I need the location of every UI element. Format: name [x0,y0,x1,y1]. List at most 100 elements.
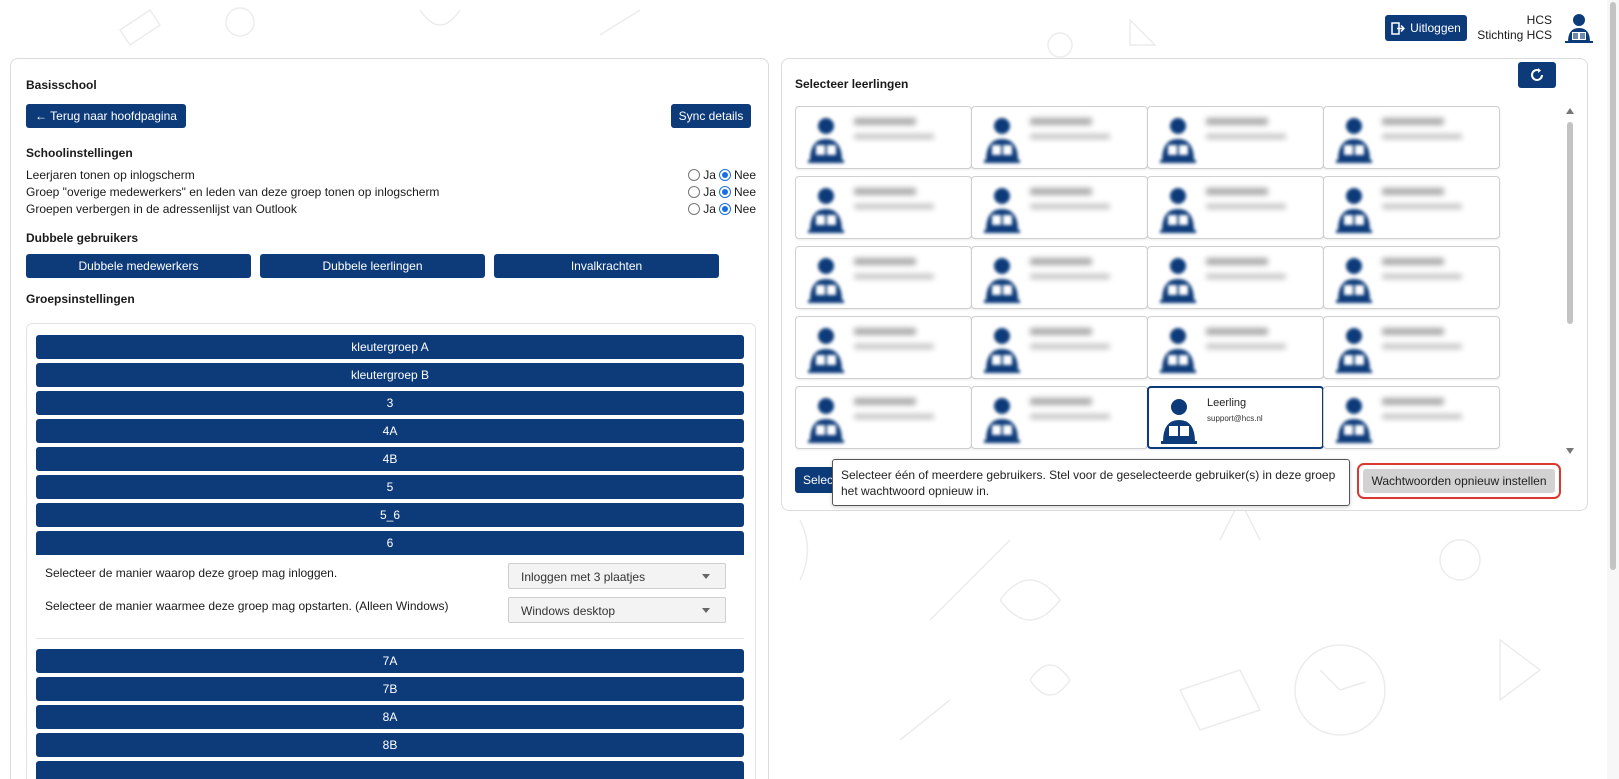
student-card[interactable] [1147,106,1324,169]
student-card[interactable] [1147,316,1324,379]
logout-label: Uitloggen [1410,21,1461,35]
back-to-home-button[interactable]: ← Terug naar hoofdpagina [26,104,186,128]
page-scrollbar[interactable] [1607,0,1619,779]
student-card[interactable] [795,106,972,169]
student-avatar-icon [1158,185,1198,235]
student-email: support@hcs.nl [1207,414,1263,423]
student-avatar-icon [1334,115,1374,165]
user-info: HCS Stichting HCS [1477,13,1552,43]
student-card[interactable] [1323,316,1500,379]
radio-no[interactable] [718,203,731,215]
setting-show-other-staff: Groep "overige medewerkers" en leden van… [26,185,756,202]
scroll-up-icon[interactable] [1566,108,1574,114]
group-item[interactable]: kleutergroep A [36,335,744,359]
student-avatar-icon [1334,395,1374,445]
group-item[interactable]: 8A [36,705,744,729]
student-card[interactable] [1323,246,1500,309]
student-avatar-icon [982,115,1022,165]
student-avatar-icon [1158,115,1198,165]
student-avatar-icon [806,325,846,375]
group-item[interactable]: kleutergroep B [36,363,744,387]
scroll-down-icon[interactable] [1566,448,1574,454]
student-avatar-icon [1334,325,1374,375]
reset-passwords-button[interactable]: Wachtwoorden opnieuw instellen [1363,469,1555,493]
student-card[interactable] [795,246,972,309]
group-accordion: kleutergroep A kleutergroep B 3 4A 4B 5 … [26,323,756,779]
duplicate-students-button[interactable]: Dubbele leerlingen [260,254,485,278]
group-expanded-content: Selecteer de manier waarop deze groep ma… [36,555,744,639]
login-method-value: Inloggen met 3 plaatjes [521,570,646,584]
radio-yes[interactable] [688,169,701,181]
duplicate-staff-button[interactable]: Dubbele medewerkers [26,254,251,278]
student-avatar-icon [1158,325,1198,375]
student-avatar-icon [1158,255,1198,305]
radio-no[interactable] [718,169,731,181]
student-avatar-icon [982,185,1022,235]
startup-method-value: Windows desktop [521,604,616,618]
student-card[interactable] [971,246,1148,309]
radio-yes-label: Ja [703,185,716,199]
school-settings-heading: Schoolinstellingen [26,146,133,160]
student-grid-scrollbar[interactable] [1563,108,1577,454]
student-card[interactable] [1147,246,1324,309]
student-grid: Leerling support@hcs.nl [795,106,1523,454]
student-avatar-icon [1159,396,1199,446]
student-card[interactable] [971,106,1148,169]
student-avatar-icon [806,185,846,235]
login-method-select[interactable]: Inloggen met 3 plaatjes [508,563,726,589]
student-card[interactable] [971,176,1148,239]
setting-label: Groepen verbergen in de adressenlijst va… [26,202,297,216]
student-avatar-icon [982,255,1022,305]
student-card[interactable] [1323,386,1500,449]
school-settings-panel: Basisschool ← Terug naar hoofdpagina Syn… [10,58,769,779]
radio-yes-label: Ja [703,202,716,216]
student-card[interactable] [1323,176,1500,239]
group-item[interactable]: 8B [36,733,744,757]
group-item[interactable]: 4A [36,419,744,443]
student-card[interactable] [971,386,1148,449]
logout-button[interactable]: Uitloggen [1385,15,1467,41]
refresh-button[interactable] [1518,62,1556,88]
student-card[interactable] [971,316,1148,379]
student-avatar-icon [806,255,846,305]
user-avatar-icon[interactable] [1564,12,1594,44]
student-card-selected[interactable]: Leerling support@hcs.nl [1147,386,1324,449]
student-avatar-icon [1334,255,1374,305]
radio-yes[interactable] [688,186,701,198]
chevron-down-icon [702,574,710,579]
substitute-teachers-button[interactable]: Invalkrachten [494,254,719,278]
radio-no-label: Nee [733,168,756,182]
logout-icon [1391,21,1406,35]
student-card[interactable] [795,316,972,379]
group-item[interactable]: 5_6 [36,503,744,527]
startup-method-select[interactable]: Windows desktop [508,597,726,623]
students-panel: Selecteer leerlingen Leerling support@hcs… [781,58,1588,511]
group-item[interactable]: 7A [36,649,744,673]
radio-yes-label: Ja [703,168,716,182]
sync-details-button[interactable]: Sync details [671,104,751,128]
group-item[interactable]: 4B [36,447,744,471]
students-panel-title: Selecteer leerlingen [795,77,909,91]
setting-hide-groups-outlook: Groepen verbergen in de adressenlijst va… [26,202,756,219]
student-avatar-icon [982,325,1022,375]
student-avatar-icon [982,395,1022,445]
student-card[interactable] [795,176,972,239]
setting-label: Groep "overige medewerkers" en leden van… [26,185,440,199]
student-card[interactable] [1323,106,1500,169]
radio-no[interactable] [718,186,731,198]
student-avatar-icon [1334,185,1374,235]
student-name: Leerling [1207,397,1247,409]
login-method-label: Selecteer de manier waarop deze groep ma… [45,566,338,580]
student-card[interactable] [795,386,972,449]
setting-label: Leerjaren tonen op inlogscherm [26,168,195,182]
group-item-expanded[interactable]: 6 [36,531,744,555]
group-item[interactable]: 5 [36,475,744,499]
group-item[interactable] [36,761,744,779]
select-button[interactable]: Selec [795,467,835,493]
student-avatar-icon [806,395,846,445]
group-item[interactable]: 7B [36,677,744,701]
refresh-icon [1531,68,1543,81]
student-card[interactable] [1147,176,1324,239]
radio-yes[interactable] [688,203,701,215]
group-item[interactable]: 3 [36,391,744,415]
